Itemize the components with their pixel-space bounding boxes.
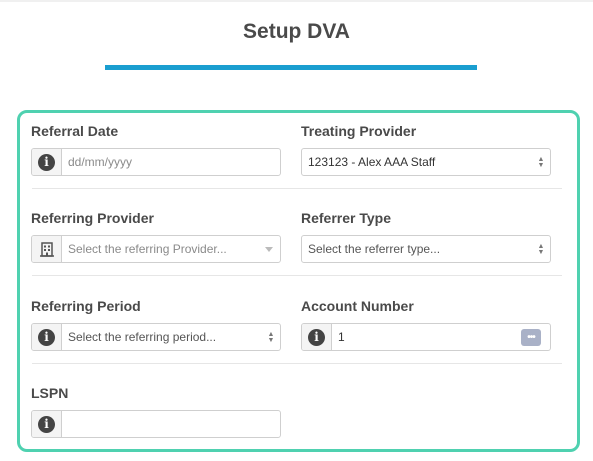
more-dots-icon[interactable]: ••• xyxy=(521,328,541,346)
info-icon: i xyxy=(38,153,55,171)
referrer-type-field: Referrer Type Select the referrer type..… xyxy=(301,210,551,263)
info-icon: i xyxy=(308,328,325,346)
treating-provider-label: Treating Provider xyxy=(301,123,417,139)
building-icon xyxy=(39,241,54,257)
info-icon: i xyxy=(38,415,55,433)
treating-provider-select[interactable]: 123123 - Alex AAA Staff ▲ ▼ xyxy=(301,148,551,176)
select-updown-icon: ▲ ▼ xyxy=(537,243,545,256)
referring-period-label: Referring Period xyxy=(31,298,141,314)
account-number-label: Account Number xyxy=(301,298,414,314)
referring-period-placeholder: Select the referring period... xyxy=(68,330,217,344)
referring-period-select[interactable]: i Select the referring period... ▲ ▼ xyxy=(31,323,281,351)
referral-date-field: Referral Date i dd/mm/yyyy xyxy=(31,123,281,176)
account-number-field: Account Number i 1 ••• xyxy=(301,298,551,351)
referral-date-label: Referral Date xyxy=(31,123,119,139)
referring-period-info-addon: i xyxy=(32,324,62,350)
referral-date-info-addon: i xyxy=(32,149,62,175)
treating-provider-value: 123123 - Alex AAA Staff xyxy=(308,155,436,169)
select-updown-icon: ▲ ▼ xyxy=(267,331,275,344)
referring-provider-select[interactable]: Select the referring Provider... xyxy=(31,235,281,263)
referrer-type-placeholder: Select the referrer type... xyxy=(308,242,441,256)
lspn-input-group: i xyxy=(31,410,281,438)
referrer-type-label: Referrer Type xyxy=(301,210,392,226)
referring-provider-addon xyxy=(32,236,62,262)
lspn-info-addon: i xyxy=(32,411,62,437)
row-divider xyxy=(32,363,562,364)
lspn-field: LSPN i xyxy=(31,385,281,438)
referring-provider-label: Referring Provider xyxy=(31,210,154,226)
referring-provider-placeholder: Select the referring Provider... xyxy=(68,242,227,256)
lspn-label: LSPN xyxy=(31,385,69,401)
account-number-info-addon: i xyxy=(302,324,332,350)
referrer-type-select[interactable]: Select the referrer type... ▲ ▼ xyxy=(301,235,551,263)
account-number-input[interactable]: 1 xyxy=(332,324,521,350)
referring-provider-field: Referring Provider Select the referring … xyxy=(31,210,281,263)
referral-date-input[interactable]: dd/mm/yyyy xyxy=(62,149,280,175)
dva-form-card: Referral Date i dd/mm/yyyy Treating Prov… xyxy=(17,110,580,452)
row-divider xyxy=(32,275,562,276)
info-icon: i xyxy=(38,328,55,346)
referral-date-input-group: i dd/mm/yyyy xyxy=(31,148,281,176)
page-title: Setup DVA xyxy=(243,20,350,43)
top-border xyxy=(0,0,593,2)
row-divider xyxy=(32,188,562,189)
title-underline xyxy=(105,65,477,70)
account-number-input-group: i 1 ••• xyxy=(301,323,551,351)
referring-period-field: Referring Period i Select the referring … xyxy=(31,298,281,351)
chevron-down-icon xyxy=(258,236,280,262)
select-updown-icon: ▲ ▼ xyxy=(537,156,545,169)
treating-provider-field: Treating Provider 123123 - Alex AAA Staf… xyxy=(301,123,551,176)
lspn-input[interactable] xyxy=(62,411,280,437)
